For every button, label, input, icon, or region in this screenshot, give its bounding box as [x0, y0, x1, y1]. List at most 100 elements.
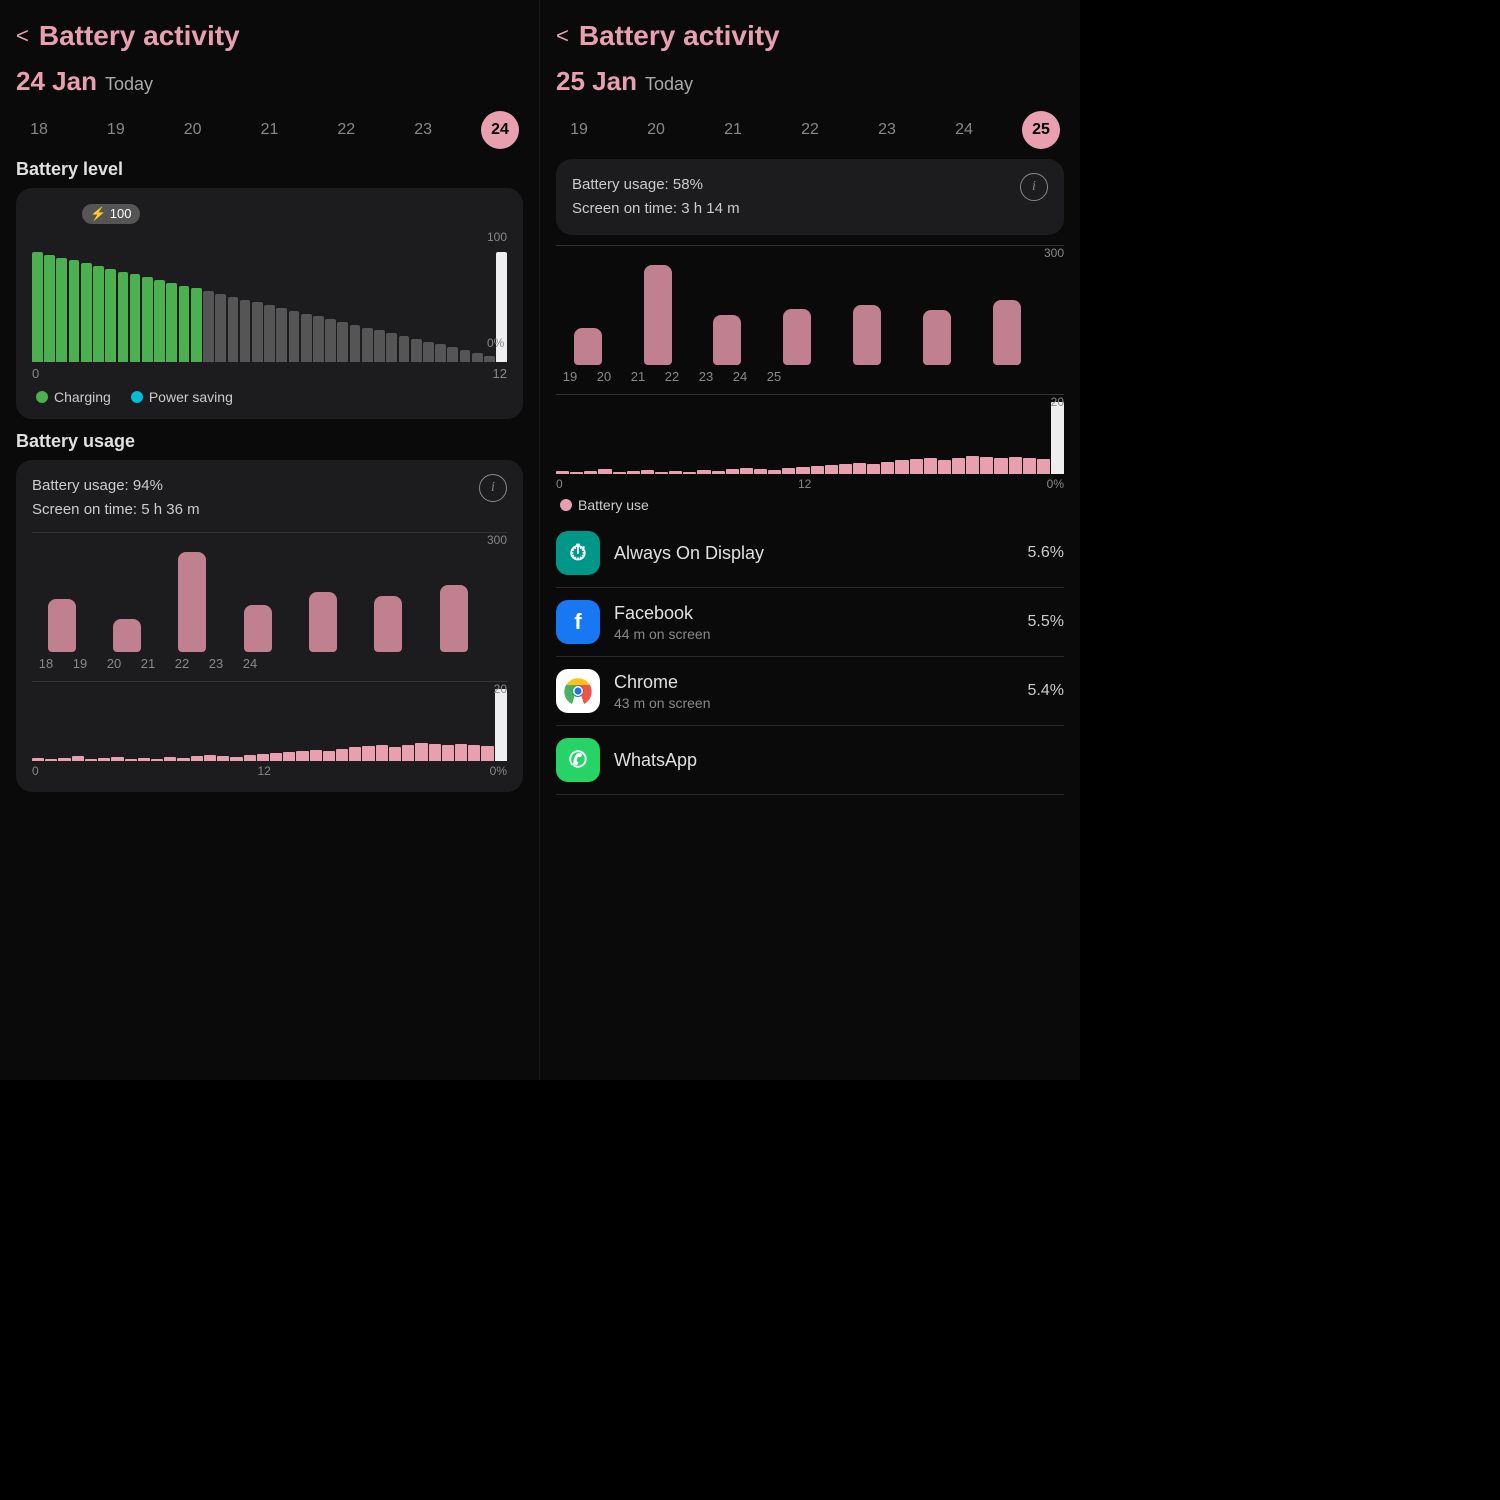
hourly-bar-32 [455, 744, 467, 761]
hourly-bar-20 [839, 464, 852, 474]
left-usage-card: Battery usage: 94% Screen on time: 5 h 3… [16, 460, 523, 792]
app-info-3: WhatsApp [614, 750, 1064, 771]
hourly-bar-19 [283, 752, 295, 761]
left-info-icon[interactable]: i [479, 474, 507, 502]
usage-x-label-21: 21 [134, 656, 162, 671]
right-hourly-x-labels: 0 12 0% [556, 477, 1064, 491]
usage-bar-pill-4 [309, 592, 337, 652]
right-date-line: 25 Jan Today [556, 66, 1064, 97]
left-battery-chart: ⚡ 100 100 0% [32, 202, 507, 362]
hourly-bar-6 [111, 757, 123, 761]
hourly-bar-18 [811, 466, 824, 474]
left-date-item-22[interactable]: 22 [327, 121, 365, 139]
right-legend-battery: Battery use [560, 497, 649, 513]
hourly-bar-22 [323, 751, 335, 761]
usage-bar-pill-4 [853, 305, 881, 365]
left-legend-saving: Power saving [131, 389, 233, 405]
right-usage-bars [556, 246, 1039, 365]
battery-bar-28 [374, 330, 385, 362]
left-battery-level-title: Battery level [16, 159, 523, 180]
right-date-item-21[interactable]: 21 [714, 121, 752, 139]
hourly-bar-23 [336, 749, 348, 761]
left-date-item-21[interactable]: 21 [250, 121, 288, 139]
hourly-bar-9 [683, 472, 696, 474]
right-back-btn[interactable]: < Battery activity [556, 20, 1064, 52]
usage-bar-pill-3 [783, 309, 811, 365]
left-date-item-19[interactable]: 19 [97, 121, 135, 139]
right-date-item-25[interactable]: 25 [1022, 111, 1060, 149]
hourly-bar-20 [296, 751, 308, 761]
battery-bar-9 [142, 277, 153, 362]
usage-bar-pill-0 [574, 328, 602, 366]
left-hourly-x-labels: 0 12 0% [32, 764, 507, 778]
usage-bar-pill-5 [374, 596, 402, 652]
usage-bar-group-1 [626, 265, 690, 365]
hourly-bar-34 [481, 746, 493, 761]
hourly-bar-31 [994, 458, 1007, 474]
app-name-2: Chrome [614, 672, 1014, 693]
right-usage-x-labels: 19202122232425 [556, 365, 1064, 384]
left-legend: Charging Power saving [32, 389, 507, 405]
left-date-item-20[interactable]: 20 [174, 121, 212, 139]
usage-bar-group-4 [835, 305, 899, 365]
usage-x-label-18: 18 [32, 656, 60, 671]
right-date-selector[interactable]: 19 20 21 22 23 24 25 [556, 111, 1064, 149]
right-info-icon[interactable]: i [1020, 173, 1048, 201]
battery-bar-26 [350, 325, 361, 362]
hourly-bar-1 [570, 472, 583, 474]
right-usage-card: Battery usage: 58% Screen on time: 3 h 1… [556, 159, 1064, 235]
usage-bar-group-6 [975, 300, 1039, 365]
usage-x-label-22: 22 [658, 369, 686, 384]
hourly-bar-4 [85, 759, 97, 761]
left-date-item-18[interactable]: 18 [20, 121, 58, 139]
left-date-item-24[interactable]: 24 [481, 111, 519, 149]
hourly-bar-16 [244, 755, 256, 761]
right-date-item-20[interactable]: 20 [637, 121, 675, 139]
battery-bar-11 [166, 283, 177, 362]
right-hourly-chart: 20 0 12 0% [556, 394, 1064, 491]
right-date-item-23[interactable]: 23 [868, 121, 906, 139]
left-usage-title: Battery usage [16, 431, 523, 452]
battery-bar-36 [472, 353, 483, 362]
battery-bar-13 [191, 288, 202, 362]
app-list-item-1[interactable]: fFacebook44 m on screen5.5% [556, 588, 1064, 657]
hourly-bar-14 [217, 756, 229, 761]
right-back-icon: < [556, 23, 569, 49]
left-legend-charging: Charging [36, 389, 111, 405]
left-back-btn[interactable]: < Battery activity [16, 20, 523, 52]
usage-bar-group-0 [556, 328, 620, 366]
left-usage-bars [32, 533, 483, 652]
left-usage-y-right: 300 [487, 533, 507, 547]
app-icon-1: f [556, 600, 600, 644]
app-percent-0: 5.6% [1028, 544, 1064, 562]
usage-bar-pill-2 [178, 552, 206, 652]
battery-bar-14 [203, 291, 214, 362]
usage-x-label-19: 19 [66, 656, 94, 671]
hourly-bar-1 [45, 759, 57, 761]
hourly-bar-12 [726, 469, 739, 474]
left-usage-x-labels: 18192021222324 [32, 652, 507, 671]
usage-bar-pill-5 [923, 310, 951, 365]
usage-bar-group-2 [163, 552, 222, 652]
left-date-selector[interactable]: 18 19 20 21 22 23 24 [16, 111, 523, 149]
right-date: 25 Jan [556, 66, 637, 97]
usage-x-label-24: 24 [726, 369, 754, 384]
app-list-item-3[interactable]: ✆WhatsApp [556, 726, 1064, 795]
right-date-item-19[interactable]: 19 [560, 121, 598, 139]
left-y-labels: 100 0% [487, 230, 507, 350]
app-percent-1: 5.5% [1028, 613, 1064, 631]
right-date-item-24[interactable]: 24 [945, 121, 983, 139]
app-list-item-2[interactable]: Chrome43 m on screen5.4% [556, 657, 1064, 726]
app-list-item-0[interactable]: ⏱Always On Display5.6% [556, 519, 1064, 588]
left-page-title: Battery activity [39, 20, 240, 52]
left-battery-card: ⚡ 100 100 0% 0 12 Charging Power saving [16, 188, 523, 419]
left-date-item-23[interactable]: 23 [404, 121, 442, 139]
app-name-3: WhatsApp [614, 750, 1064, 771]
usage-x-label-20: 20 [100, 656, 128, 671]
right-date-item-22[interactable]: 22 [791, 121, 829, 139]
usage-bar-group-2 [696, 315, 760, 365]
right-date-sub: Today [645, 74, 693, 95]
left-hourly-chart: 20 0 12 0% [32, 681, 507, 778]
hourly-bar-21 [310, 750, 322, 761]
left-bar-container [32, 242, 507, 362]
